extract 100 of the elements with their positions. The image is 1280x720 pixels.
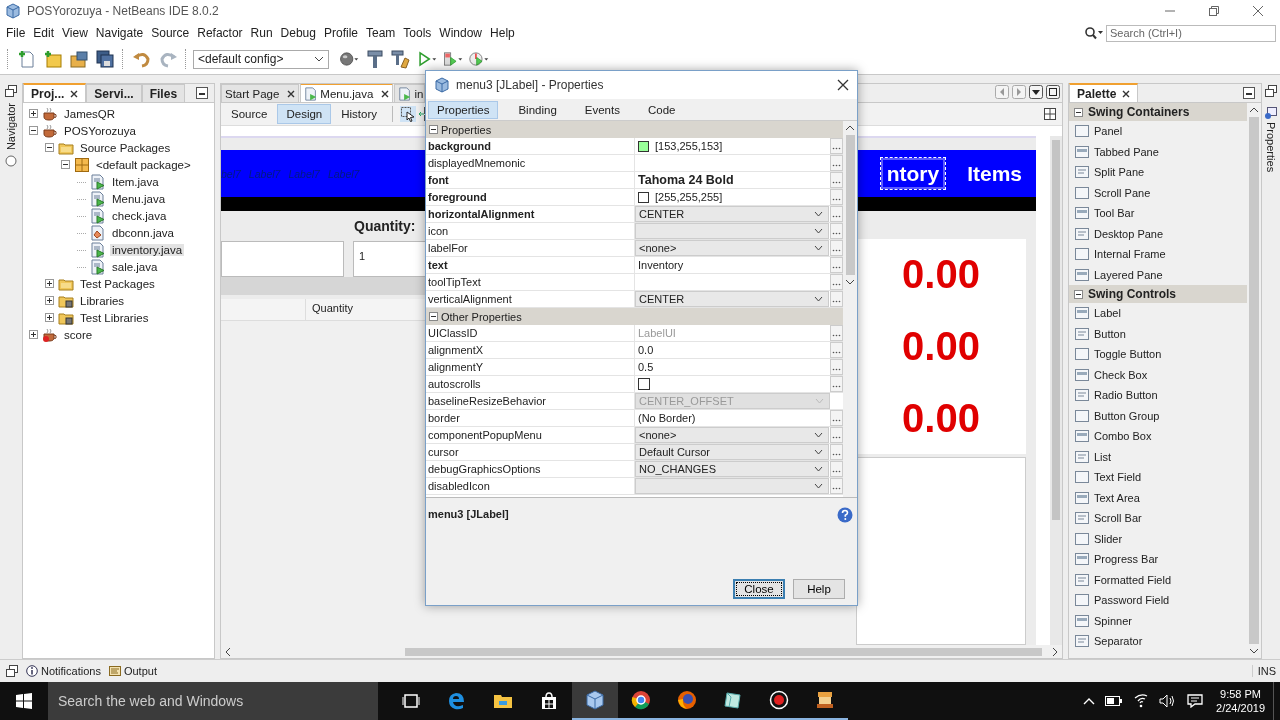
component-entry[interactable]: Internal Frame (1094, 248, 1166, 261)
component-entry[interactable]: Label (1094, 307, 1121, 320)
close-icon[interactable] (1122, 89, 1131, 98)
navigator-tab[interactable]: Navigator (5, 103, 17, 168)
dialog-tab[interactable]: Code (639, 101, 684, 118)
maximize-icon[interactable] (1046, 85, 1060, 99)
tree-item[interactable]: Source Packages (78, 141, 173, 154)
property-value[interactable]: Inventory (635, 257, 830, 273)
component-entry[interactable]: Text Area (1094, 491, 1140, 504)
menu-item[interactable]: Profile (320, 26, 362, 40)
component-entry[interactable]: Password Field (1094, 594, 1170, 607)
component-entry[interactable]: Formatted Field (1094, 573, 1172, 586)
menu-item[interactable]: Edit (29, 26, 59, 40)
tree-item[interactable]: Menu.java (110, 192, 168, 205)
arrow-up-icon[interactable] (846, 125, 854, 131)
component-entry[interactable]: Scroll Pane (1094, 186, 1151, 199)
collapse-icon[interactable] (429, 312, 438, 321)
clock[interactable]: 9:58 PM 2/24/2019 (1216, 687, 1265, 715)
grid-icon[interactable] (1044, 108, 1056, 120)
palette-category[interactable]: Swing Containers (1069, 103, 1247, 121)
tree-item[interactable]: Item.java (110, 175, 161, 188)
expander-icon[interactable] (29, 126, 38, 135)
tree-item[interactable]: check.java (110, 209, 169, 222)
tree-item[interactable]: Test Libraries (78, 311, 151, 324)
component-entry[interactable]: Button Group (1094, 409, 1160, 422)
tree-item[interactable]: score (62, 328, 95, 341)
menu-item[interactable]: Debug (276, 26, 320, 40)
config-dropdown[interactable]: <default config> (193, 49, 329, 69)
editor-tab[interactable]: in (394, 84, 426, 102)
menu-item[interactable]: View (58, 26, 92, 40)
menu-item[interactable]: File (2, 26, 30, 40)
editor-tab[interactable]: Start Page (221, 84, 300, 102)
properties-tab[interactable]: Properties (1265, 107, 1277, 173)
arrow-up-icon[interactable] (1250, 107, 1258, 113)
menu-item[interactable]: Source (147, 26, 194, 40)
checkbox[interactable] (638, 378, 650, 390)
property-value[interactable]: [153,255,153] (635, 138, 830, 154)
view-tab[interactable]: History (333, 105, 386, 123)
menu-item[interactable]: Navigate (91, 26, 148, 40)
property-dropdown[interactable]: <none> (635, 240, 829, 256)
close-icon[interactable] (381, 89, 390, 98)
component-entry[interactable]: Tabbed Pane (1094, 145, 1159, 158)
menu-label[interactable]: ntory (880, 158, 946, 189)
arrow-down-icon[interactable] (1250, 648, 1258, 654)
open-project-button[interactable] (67, 48, 91, 70)
clean-build-button[interactable] (389, 48, 413, 70)
window-icon[interactable] (6, 665, 18, 677)
collapse-icon[interactable] (1074, 107, 1083, 117)
dialog-button[interactable]: Help (793, 579, 845, 599)
property-dropdown[interactable]: Default Cursor (635, 444, 829, 460)
property-dropdown[interactable]: NO_CHANGES (635, 461, 829, 477)
help-icon[interactable] (837, 507, 853, 523)
expander-icon[interactable] (45, 296, 54, 305)
view-tab[interactable]: Design (277, 104, 332, 124)
close-icon[interactable] (287, 89, 296, 98)
menu-item[interactable]: Run (246, 26, 277, 40)
taskbar-button[interactable] (572, 682, 618, 720)
arrow-right-icon[interactable] (1052, 647, 1058, 656)
minimize-icon[interactable] (1243, 87, 1255, 99)
vertical-scrollbar[interactable] (1050, 136, 1062, 645)
taskbar-search-field[interactable]: Search the web and Windows (48, 682, 378, 720)
panel-tab[interactable]: Files (141, 84, 186, 102)
component-entry[interactable]: Layered Pane (1094, 268, 1163, 281)
tree-item[interactable]: Test Packages (78, 277, 157, 290)
menu-item[interactable]: Tools (399, 26, 436, 40)
component-entry[interactable]: Desktop Pane (1094, 227, 1164, 240)
vertical-scrollbar[interactable] (843, 121, 857, 497)
property-dropdown[interactable]: <none> (635, 427, 829, 443)
text-field[interactable] (221, 241, 344, 277)
property-category[interactable]: Properties (426, 121, 843, 138)
window-icon[interactable] (1265, 85, 1277, 97)
close-icon[interactable] (70, 89, 79, 98)
component-entry[interactable]: Combo Box (1094, 430, 1152, 443)
dialog-button[interactable]: Close (733, 579, 785, 599)
dialog-tab[interactable]: Binding (510, 101, 565, 118)
dropdown-icon[interactable] (1029, 85, 1043, 99)
property-value[interactable]: Tahoma 24 Bold (635, 172, 830, 188)
window-icon[interactable] (5, 85, 17, 97)
dialog-tab[interactable]: Events (576, 101, 628, 118)
output-button[interactable]: Output (108, 665, 157, 677)
property-value[interactable]: [255,255,255] (635, 189, 830, 205)
expander-icon[interactable] (45, 143, 54, 152)
scroll-left-icon[interactable] (995, 85, 1009, 99)
property-value[interactable]: (No Border) (635, 410, 830, 426)
component-entry[interactable]: Text Field (1094, 471, 1142, 484)
caret-icon[interactable] (1083, 697, 1096, 705)
search-icon[interactable] (1084, 26, 1104, 40)
menu-item[interactable]: Window (435, 26, 487, 40)
menu-label[interactable]: Items (963, 158, 1026, 189)
component-entry[interactable]: List (1094, 450, 1112, 463)
search-field[interactable]: Search (Ctrl+I) (1106, 24, 1276, 42)
property-value[interactable]: 0.5 (635, 359, 830, 375)
close-icon[interactable] (837, 79, 849, 91)
editor-tab[interactable]: Menu.java (300, 84, 394, 102)
property-dropdown[interactable]: CENTER (635, 291, 829, 307)
menu-item[interactable]: Refactor (193, 26, 247, 40)
component-entry[interactable]: Spinner (1094, 614, 1132, 627)
arrow-left-icon[interactable] (225, 647, 231, 656)
expander-icon[interactable] (29, 330, 38, 339)
component-entry[interactable]: Separator (1094, 635, 1143, 648)
